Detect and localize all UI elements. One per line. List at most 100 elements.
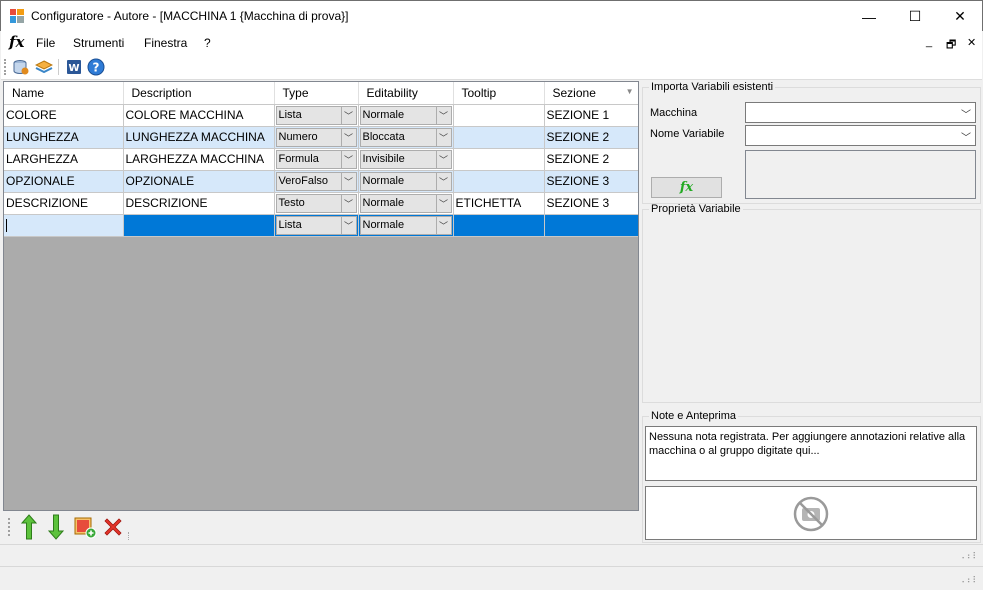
cell-type[interactable]: Lista ﹀ [274, 104, 359, 127]
chevron-down-icon[interactable]: ﹀ [340, 216, 356, 234]
cell-type[interactable]: Numero ﹀ [274, 126, 359, 149]
menu-strumenti[interactable]: Strumenti [73, 36, 124, 50]
menu-finestra[interactable]: Finestra [144, 36, 187, 50]
chevron-down-icon[interactable]: ﹀ [435, 172, 451, 190]
cell-editability[interactable]: Bloccata ﹀ [358, 126, 454, 149]
editability-combo[interactable]: Normale ﹀ [359, 215, 452, 235]
cell-type[interactable]: Lista ﹀ [274, 214, 359, 237]
editability-combo[interactable]: Normale ﹀ [359, 105, 452, 125]
cell-sezione[interactable]: SEZIONE 3 [544, 192, 638, 215]
col-header-description[interactable]: Description [123, 82, 275, 105]
cell-sezione[interactable]: SEZIONE 3 [544, 170, 638, 193]
cell-tooltip[interactable] [453, 126, 545, 149]
cell-tooltip[interactable] [453, 214, 545, 237]
cell-description[interactable]: OPZIONALE [123, 170, 275, 193]
type-combo[interactable]: Lista ﹀ [275, 215, 357, 235]
import-fx-button[interactable]: fx [651, 177, 722, 198]
editability-combo[interactable]: Normale ﹀ [359, 193, 452, 213]
chevron-down-icon[interactable]: ﹀ [435, 194, 451, 212]
col-header-tooltip[interactable]: Tooltip [453, 82, 545, 105]
chevron-down-icon[interactable]: ﹀ [340, 194, 356, 212]
delete-icon[interactable] [101, 515, 125, 539]
type-combo[interactable]: Numero ﹀ [275, 127, 357, 147]
col-header-name[interactable]: Name [4, 82, 124, 105]
close-button[interactable]: ✕ [937, 1, 983, 32]
type-combo[interactable]: VeroFalso ﹀ [275, 171, 357, 191]
cell-editability[interactable]: Normale ﹀ [358, 170, 454, 193]
macchina-dropdown[interactable]: ﹀ [745, 102, 976, 123]
image-preview-box[interactable] [645, 486, 977, 540]
menu-help[interactable]: ? [204, 36, 211, 50]
nome-variabile-dropdown[interactable]: ﹀ [745, 125, 976, 146]
toolbar-grip[interactable] [4, 59, 7, 75]
col-header-editability[interactable]: Editability [358, 82, 454, 105]
toolbar-grip[interactable] [8, 518, 11, 536]
table-row[interactable]: LUNGHEZZA LUNGHEZZA MACCHINA Numero ﹀ Blo… [4, 126, 638, 149]
cell-tooltip[interactable] [453, 104, 545, 127]
move-down-icon[interactable] [46, 514, 66, 540]
type-combo[interactable]: Lista ﹀ [275, 105, 357, 125]
cell-tooltip[interactable] [453, 170, 545, 193]
chevron-down-icon[interactable]: ﹀ [340, 172, 356, 190]
cell-name[interactable]: LARGHEZZA [4, 148, 124, 171]
cell-tooltip[interactable] [453, 148, 545, 171]
move-up-icon[interactable] [19, 514, 39, 540]
cell-type[interactable]: Testo ﹀ [274, 192, 359, 215]
chevron-down-icon[interactable]: ﹀ [435, 216, 451, 234]
editability-combo[interactable]: Bloccata ﹀ [359, 127, 452, 147]
type-combo[interactable]: Formula ﹀ [275, 149, 357, 169]
maximize-button[interactable]: ☐ [892, 1, 938, 32]
add-variable-icon[interactable] [73, 515, 97, 539]
cell-editability[interactable]: Invisibile ﹀ [358, 148, 454, 171]
cell-editability[interactable]: Normale ﹀ [358, 214, 454, 237]
cell-name[interactable]: DESCRIZIONE [4, 192, 124, 215]
cell-description[interactable]: DESCRIZIONE [123, 192, 275, 215]
type-combo[interactable]: Testo ﹀ [275, 193, 357, 213]
open-db-icon[interactable] [12, 58, 30, 76]
mdi-close-button[interactable]: ✕ [967, 36, 976, 49]
cell-tooltip[interactable]: ETICHETTA [453, 192, 545, 215]
help-icon[interactable]: ? [87, 58, 105, 76]
editability-combo[interactable]: Normale ﹀ [359, 171, 452, 191]
cell-sezione[interactable]: SEZIONE 2 [544, 126, 638, 149]
cell-type[interactable]: Formula ﹀ [274, 148, 359, 171]
table-row[interactable]: DESCRIZIONE DESCRIZIONE Testo ﹀ Normale ﹀ … [4, 192, 638, 215]
cell-sezione[interactable] [544, 214, 638, 237]
table-row-new[interactable]: Lista ﹀ Normale ﹀ [4, 214, 638, 237]
layers-icon[interactable] [35, 58, 53, 76]
chevron-down-icon[interactable]: ﹀ [340, 128, 356, 146]
chevron-down-icon[interactable]: ﹀ [340, 106, 356, 124]
chevron-down-icon[interactable]: ﹀ [340, 150, 356, 168]
cell-description[interactable]: COLORE MACCHINA [123, 104, 275, 127]
size-grip-icon[interactable]: ⠄⠆⠇ [961, 551, 979, 562]
table-row[interactable]: COLORE COLORE MACCHINA Lista ﹀ Normale ﹀ S… [4, 104, 638, 127]
mdi-minimize-button[interactable]: _ [926, 36, 932, 48]
cell-name[interactable]: LUNGHEZZA [4, 126, 124, 149]
table-row[interactable]: LARGHEZZA LARGHEZZA MACCHINA Formula ﹀ In… [4, 148, 638, 171]
chevron-down-icon[interactable]: ﹀ [435, 128, 451, 146]
minimize-button[interactable]: — [846, 1, 892, 32]
table-row[interactable]: OPZIONALE OPZIONALE VeroFalso ﹀ Normale ﹀ … [4, 170, 638, 193]
col-header-type[interactable]: Type [274, 82, 359, 105]
cell-sezione[interactable]: SEZIONE 2 [544, 148, 638, 171]
cell-name[interactable]: COLORE [4, 104, 124, 127]
cell-description[interactable]: LUNGHEZZA MACCHINA [123, 126, 275, 149]
mdi-restore-button[interactable]: 🗗 [946, 36, 956, 55]
chevron-down-icon[interactable]: ﹀ [435, 106, 451, 124]
chevron-down-icon[interactable]: ﹀ [435, 150, 451, 168]
cell-editability[interactable]: Normale ﹀ [358, 104, 454, 127]
cell-name[interactable]: OPZIONALE [4, 170, 124, 193]
variables-grid[interactable]: Name Description Type Editability Toolti… [3, 81, 639, 511]
notes-textarea[interactable]: Nessuna nota registrata. Per aggiungere … [645, 426, 977, 481]
menu-file[interactable]: File [36, 36, 55, 50]
cell-editability[interactable]: Normale ﹀ [358, 192, 454, 215]
word-export-icon[interactable]: W [65, 58, 83, 76]
cell-description[interactable] [123, 214, 275, 237]
cell-name-editing[interactable] [4, 214, 124, 237]
cell-description[interactable]: LARGHEZZA MACCHINA [123, 148, 275, 171]
size-grip-icon[interactable]: ⠄⠆⠇ [961, 575, 979, 586]
editability-combo[interactable]: Invisibile ﹀ [359, 149, 452, 169]
cell-sezione[interactable]: SEZIONE 1 [544, 104, 638, 127]
col-header-sezione[interactable]: Sezione ▼ [544, 82, 638, 105]
cell-type[interactable]: VeroFalso ﹀ [274, 170, 359, 193]
